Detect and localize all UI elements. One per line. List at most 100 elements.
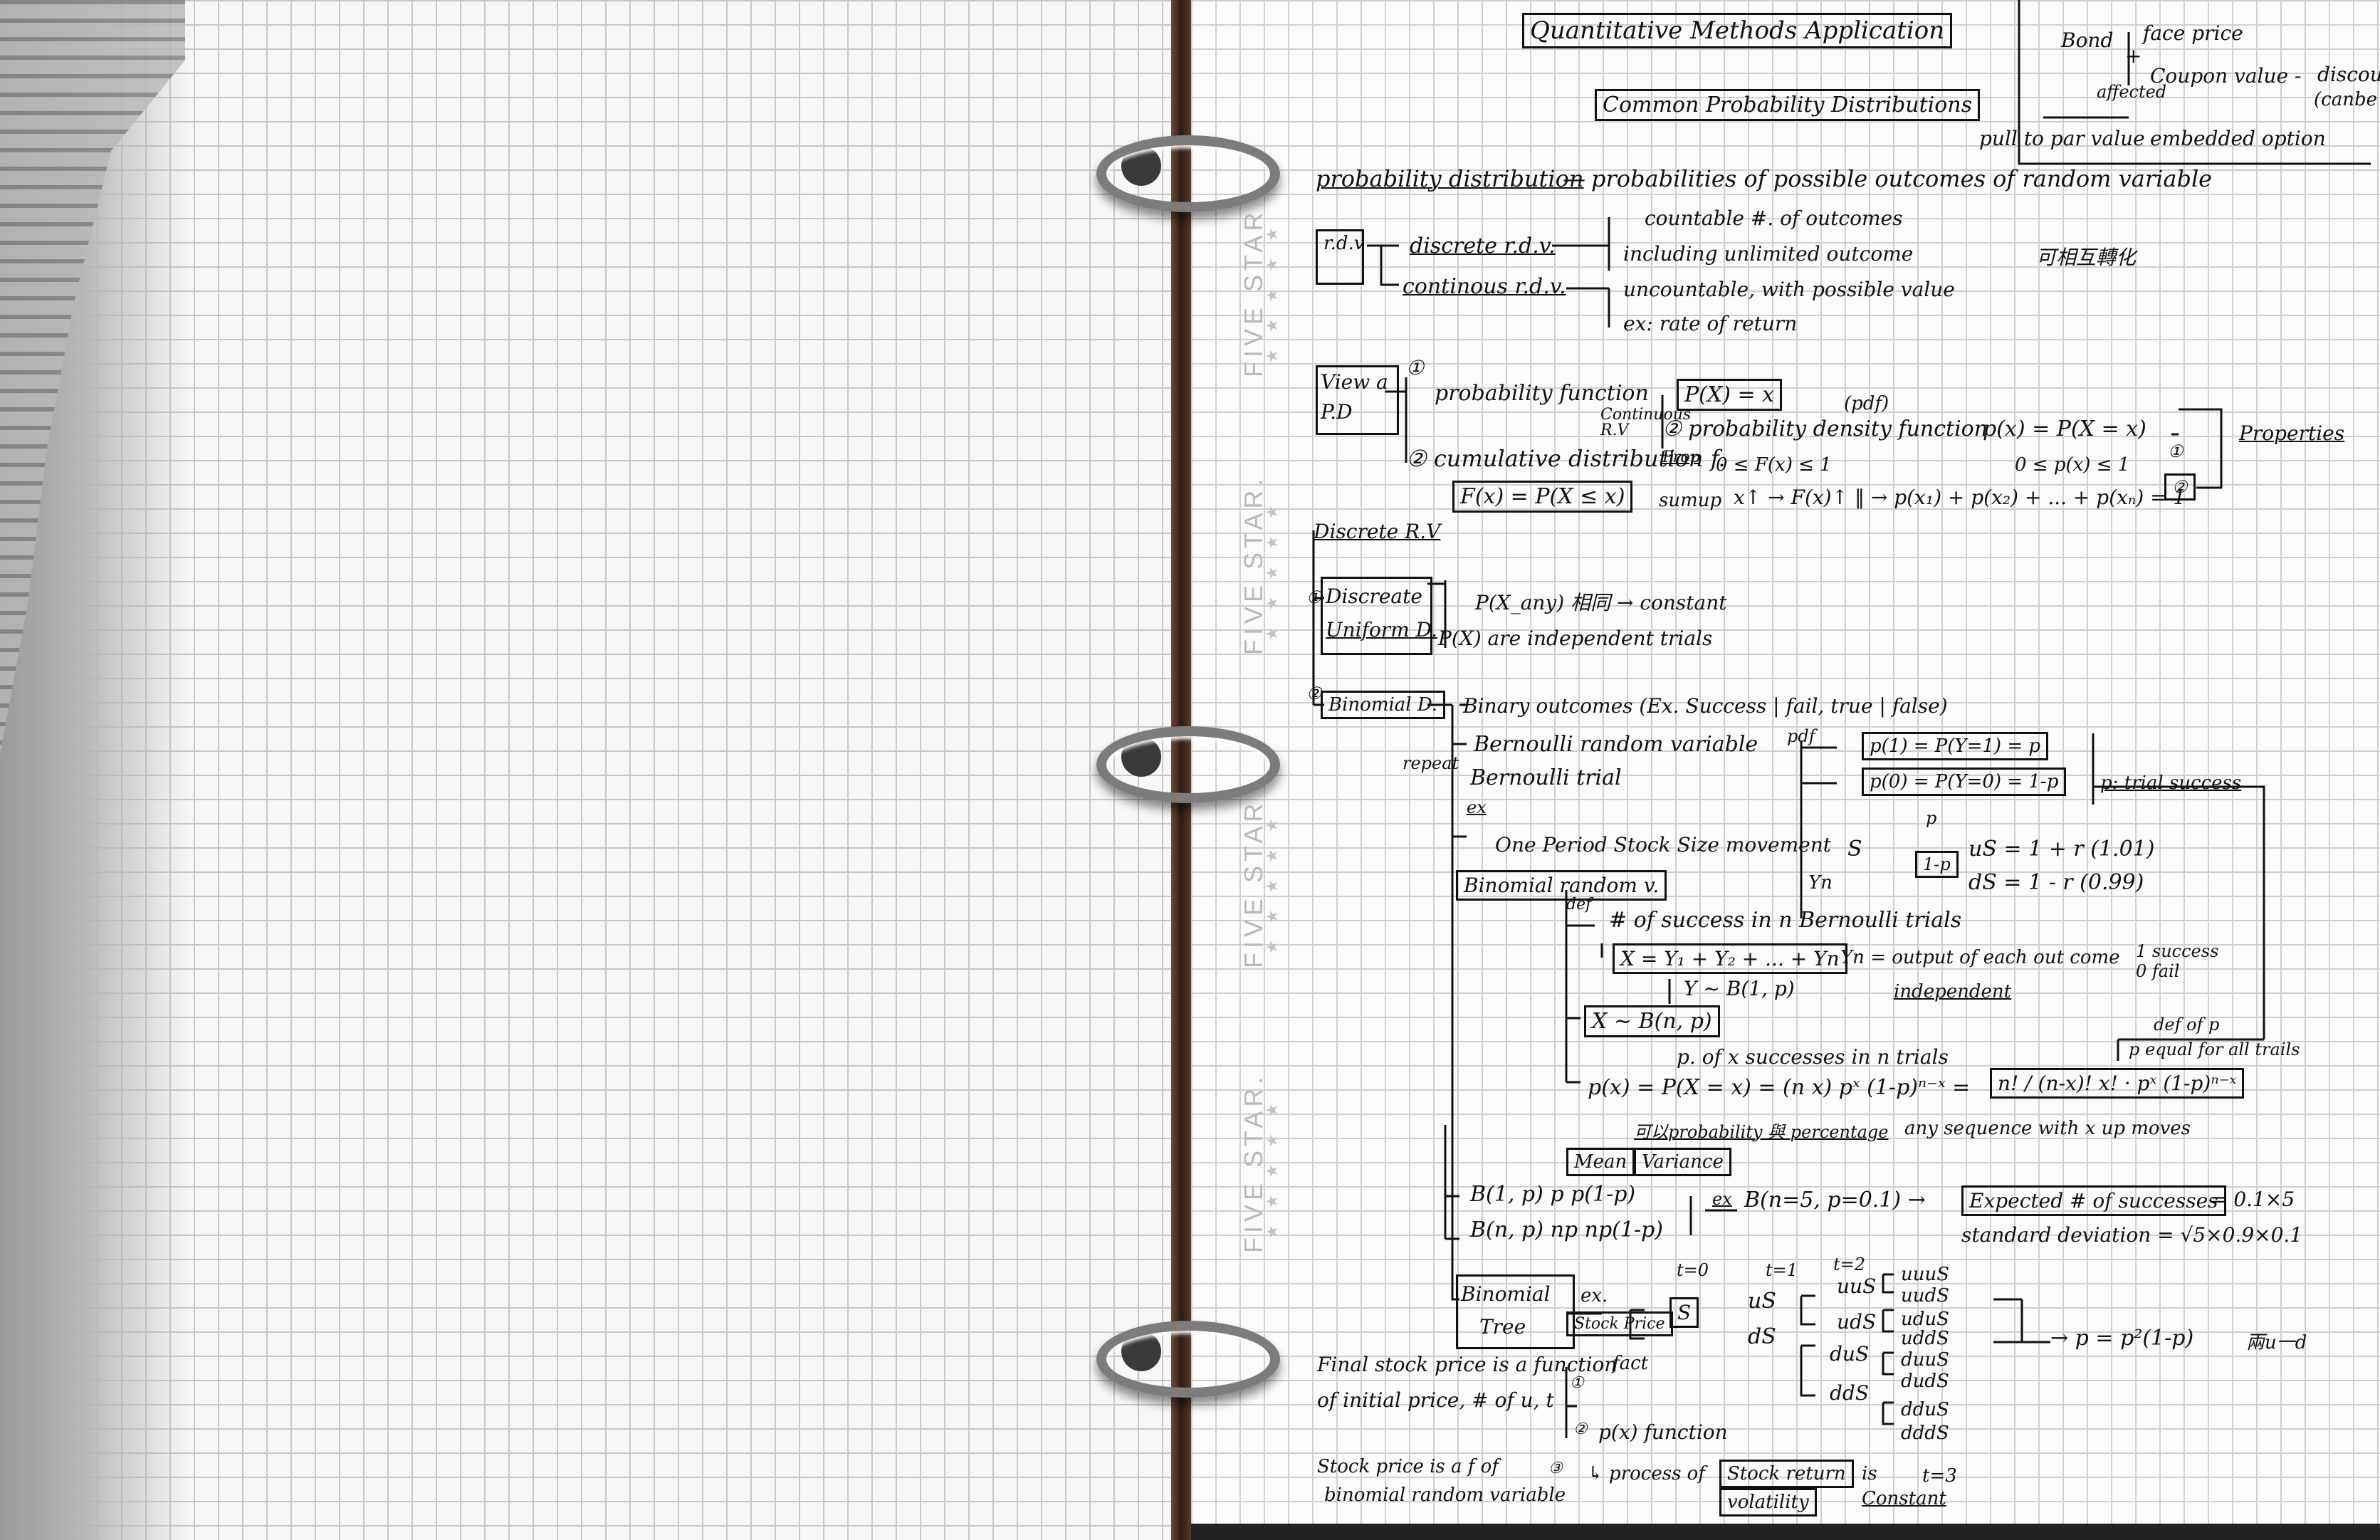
one-period-movement: One Period Stock Size movement — [1495, 833, 1832, 857]
y-distribution: Y ~ B(1, p) — [1684, 977, 1795, 1000]
up-move: uS = 1 + r (1.01) — [1969, 837, 2155, 861]
stock-fn-line2: binomial random variable — [1324, 1484, 1566, 1506]
embedded-option-label: embedded option — [2150, 127, 2326, 150]
constant-label: Constant — [1862, 1488, 1946, 1509]
tree-node-s: S — [1669, 1297, 1699, 1328]
circle-two-icon: ② — [1573, 1420, 1588, 1438]
final-stock-line2: of initial price, # of u, t — [1317, 1388, 1554, 1412]
ex2-label: ex — [1712, 1189, 1732, 1209]
x-sum-formula: X = Y₁ + Y₂ + ... + Yn — [1613, 943, 1847, 974]
sumup-label: sumup — [1659, 490, 1722, 511]
p-of-x-successes: p. of x successes in n trials — [1677, 1045, 1949, 1069]
pdf-range: 0 ≤ p(x) ≤ 1 — [2015, 454, 2130, 476]
stock-return-box: Stock return — [1719, 1460, 1854, 1488]
p-equal-trials: p equal for all trails — [2129, 1039, 2300, 1059]
fact-label: fact — [1613, 1353, 1649, 1374]
px-function: p(x) function — [1598, 1420, 1728, 1444]
def-of-p: def of p — [2154, 1015, 2220, 1034]
one-success: 1 success — [2136, 941, 2219, 961]
stock-price-box: Stock Price — [1566, 1311, 1673, 1336]
uniform-line1: Discreate — [1326, 585, 1422, 608]
binomial-box: Binomial D. — [1321, 691, 1446, 719]
view-label: View a — [1321, 370, 1388, 394]
p-equals-x: P(X) = x — [1677, 379, 1783, 411]
tree-node-ds: dS — [1748, 1324, 1776, 1349]
cdf-definition: F(x) = P(X ≤ x) — [1452, 481, 1633, 513]
tree-node-uuds: uudS — [1901, 1285, 1949, 1306]
pdf-equation: p(x) = P(X = x) — [1983, 417, 2146, 441]
uniform-point2: P(X) are independent trials — [1438, 627, 1713, 650]
unlimited-outcome: including unlimited outcome — [1623, 242, 1914, 266]
b-example: B(n=5, p=0.1) → — [1744, 1188, 1926, 1212]
prop-label: Prop — [1662, 449, 1700, 466]
circle-three-icon: ③ — [1548, 1460, 1563, 1477]
tree-node-uus: uuS — [1837, 1274, 1877, 1298]
variance-label: Variance — [1634, 1148, 1731, 1176]
page-title: Quantitative Methods Application — [1522, 13, 1953, 48]
circle-one-icon: ① — [1406, 356, 1425, 379]
tree-node-duus: duuS — [1901, 1349, 1949, 1371]
binary-outcomes: Binary outcomes (Ex. Success | fail, tru… — [1463, 694, 1948, 718]
continuous-rv: continous r.d.v. — [1403, 274, 1566, 299]
uniform-box: Discreate Uniform D. — [1321, 577, 1437, 655]
stock-s: S — [1847, 837, 1862, 861]
tree-node-udds: uddS — [1901, 1328, 1949, 1349]
bernoulli-trial: Bernoulli trial — [1470, 765, 1622, 790]
property-one-icon: ① — [2168, 441, 2184, 461]
independent-note: independent — [1894, 981, 2012, 1002]
properties-label: Properties — [2239, 421, 2345, 445]
yn-output: Yn = output of each out come — [1840, 947, 2120, 968]
rv-box: r.d.v — [1316, 229, 1364, 285]
yn-label: Yn — [1808, 872, 1833, 894]
definition-dash: — — [1563, 165, 1585, 192]
tree-node-udus: uduS — [1901, 1309, 1949, 1330]
binomial-tree-box: Binomial Tree — [1456, 1274, 1575, 1349]
tree-result: → p = p²(1-p) — [2050, 1326, 2194, 1351]
face-price-label: face price — [2143, 21, 2243, 45]
definition-term: probability distribution — [1316, 165, 1584, 192]
rate-of-return-example: ex: rate of return — [1623, 312, 1798, 335]
def-label: def — [1566, 896, 1592, 913]
convertible-note: 可相互轉化 — [2036, 246, 2137, 269]
num-success: # of success in n Bernoulli trials — [1609, 908, 1962, 933]
continuous-rv-note: Continuous R.V — [1600, 406, 1692, 439]
binomial-formula: p(x) = P(X = x) = (n x) pˣ (1-p)ⁿ⁻ˣ = — [1588, 1075, 1971, 1100]
expected-value: = 0.1×5 — [2211, 1188, 2295, 1211]
pd-label: P.D — [1321, 400, 1353, 424]
probability-percentage-note: 可以probability 與 percentage — [1634, 1122, 1889, 1142]
tree-node-uuus: uuuS — [1901, 1264, 1950, 1285]
tree-node-ddus: dduS — [1901, 1399, 1949, 1420]
t1-label: t=1 — [1766, 1260, 1798, 1280]
p1-formula: p(1) = P(Y=1) = p — [1862, 732, 2049, 760]
t3-label: t=3 — [1922, 1465, 1957, 1487]
canbe-label: (canbe — [2314, 89, 2377, 110]
stock-fn-line1: Stock price is a f of — [1317, 1456, 1499, 1477]
discount-label: discou — [2317, 63, 2380, 86]
tree-line2: Tree — [1479, 1315, 1526, 1339]
pdf-label: ② probability density function — [1662, 417, 1988, 441]
definition-text: probabilities of possible outcomes of ra… — [1591, 165, 2213, 192]
prob-p: p — [1926, 808, 1937, 828]
uncountable-note: uncountable, with possible value — [1623, 278, 1955, 301]
coupon-value-label: Coupon value - — [2150, 64, 2302, 88]
pdf-small: pdf — [1787, 726, 1815, 746]
countable-outcomes: countable #. of outcomes — [1645, 206, 1903, 230]
tree-ex-label: ex. — [1580, 1285, 1608, 1306]
bernoulli-rv: Bernoulli random variable — [1474, 732, 1758, 757]
affected-label: affected — [2097, 82, 2167, 102]
final-stock-line1: Final stock price is a function — [1317, 1353, 1618, 1376]
probability-function: probability function — [1435, 381, 1649, 406]
tree-node-us: uS — [1748, 1289, 1776, 1314]
down-move: dS = 1 - r (0.99) — [1969, 870, 2144, 895]
uniform-line2: Uniform D. — [1326, 618, 1437, 641]
discrete-rv: discrete r.d.v. — [1410, 234, 1556, 258]
t2-label: t=2 — [1833, 1254, 1866, 1274]
process-of-label: ↳ process of — [1588, 1463, 1705, 1484]
bond-label: Bond — [2061, 28, 2114, 52]
tree-node-uds: udS — [1837, 1310, 1877, 1334]
discrete-heading: Discrete R.V — [1314, 520, 1441, 543]
prob-one-minus-p: 1-p — [1915, 851, 1959, 878]
repeat-label: repeat — [1403, 753, 1459, 773]
circle-two-icon: ② — [1306, 683, 1322, 703]
uniform-point1: P(X_any) 相同 → constant — [1475, 591, 1727, 614]
